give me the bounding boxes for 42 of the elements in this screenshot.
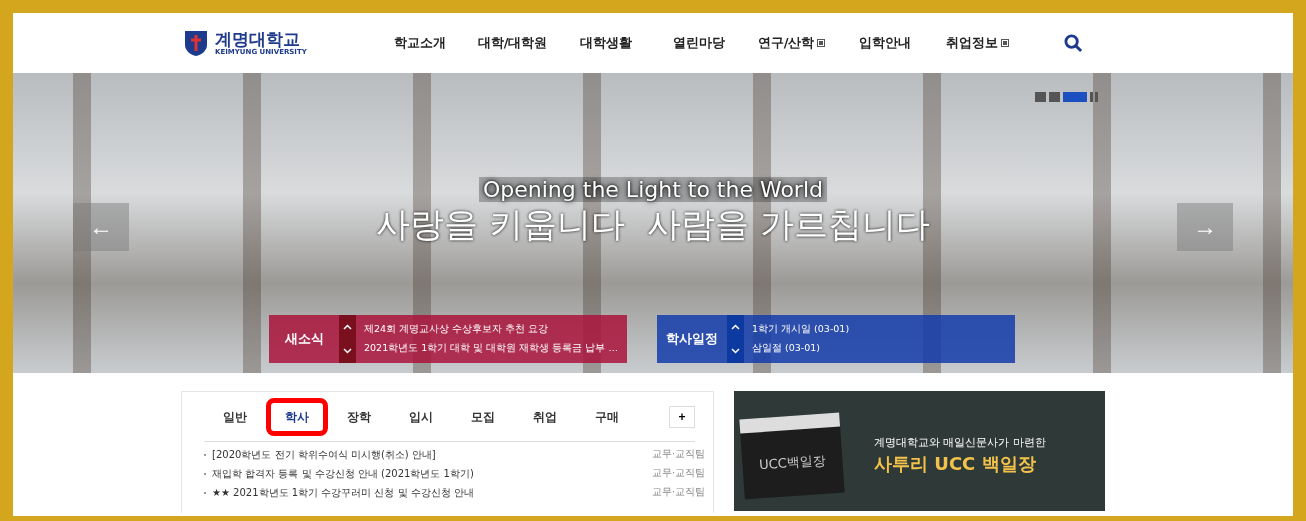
- chevron-down-icon[interactable]: [343, 348, 352, 354]
- new-window-icon: [817, 39, 826, 47]
- notice-tab[interactable]: 모집: [452, 398, 514, 436]
- nav-link[interactable]: 연구/산학: [745, 34, 838, 52]
- ucc-banner[interactable]: UCC백일장 계명대학교와 매일신문사가 마련한 사투리 UCC 백일장: [734, 391, 1105, 511]
- notice-title[interactable]: 재입학 합격자 등록 및 수강신청 안내 (2021학년도 1학기): [212, 467, 474, 481]
- banner-title: 사투리 UCC 백일장: [874, 452, 1037, 476]
- nav-link[interactable]: 취업정보: [931, 34, 1024, 52]
- pause-icon[interactable]: [1090, 92, 1098, 102]
- ticker-item[interactable]: 제24회 계명교사상 수상후보자 추천 요강: [364, 323, 618, 336]
- logo-name: 계명대학교: [215, 30, 300, 48]
- shield-logo-icon: [183, 29, 209, 57]
- nav-link[interactable]: 대학생활: [559, 34, 652, 52]
- notice-department: 교무·교직팀: [651, 467, 705, 480]
- clapperboard-label: UCC백일장: [758, 451, 827, 475]
- chevron-down-icon[interactable]: [731, 348, 740, 354]
- ticker-item[interactable]: 2021학년도 1학기 대학 및 대학원 재학생 등록금 납부 …: [364, 342, 618, 355]
- ticker-title: 새소식: [283, 330, 325, 348]
- hero-headline: 사랑을 키웁니다 사람을 가르칩니다: [376, 203, 930, 246]
- ticker-item[interactable]: 삼일절 (03-01): [752, 342, 850, 355]
- nav-link[interactable]: 대학/대학원: [466, 34, 559, 52]
- notice-tab[interactable]: 학사: [266, 398, 328, 436]
- notice-tab[interactable]: 일반: [204, 398, 266, 436]
- notice-tab[interactable]: 구매: [576, 398, 638, 436]
- chevron-up-icon[interactable]: [731, 324, 740, 330]
- notice-department: 교무·교직팀: [651, 448, 705, 461]
- new-window-icon: [1001, 39, 1009, 47]
- notice-title[interactable]: [2020학년도 전기 학위수여식 미시행(취소) 안내]: [212, 448, 436, 462]
- notice-department: 교무·교직팀: [651, 486, 705, 499]
- nav-link[interactable]: 열린마당: [652, 34, 745, 52]
- ticker-item[interactable]: 1학기 개시일 (03-01): [752, 323, 850, 336]
- notice-title[interactable]: ★★ 2021학년도 1학기 수강꾸러미 신청 및 수강신청 안내: [212, 486, 474, 500]
- search-icon[interactable]: [1064, 33, 1083, 53]
- banner-subtitle: 계명대학교와 매일신문사가 마련한: [874, 436, 1046, 450]
- notice-tab[interactable]: 취업: [514, 398, 576, 436]
- nav-link[interactable]: 학교소개: [373, 34, 466, 52]
- more-button[interactable]: +: [669, 406, 695, 428]
- ticker-title: 학사일정: [665, 330, 719, 348]
- notice-tab[interactable]: 장학: [328, 398, 390, 436]
- nav-link[interactable]: 입학안내: [838, 34, 931, 52]
- chevron-up-icon[interactable]: [343, 324, 352, 330]
- notice-tab[interactable]: 입시: [390, 398, 452, 436]
